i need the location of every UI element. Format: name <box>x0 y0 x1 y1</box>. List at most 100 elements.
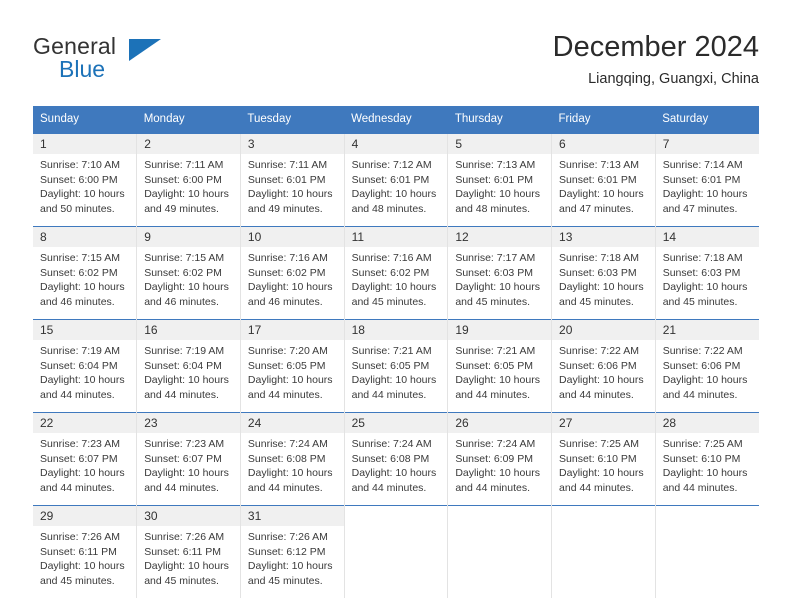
weekday-header-saturday: Saturday <box>655 106 759 134</box>
sunrise-time: Sunrise: 7:24 AM <box>351 438 432 450</box>
day-details: Sunrise: 7:22 AM Sunset: 6:06 PM Daylight:… <box>656 340 759 402</box>
sunrise-time: Sunrise: 7:12 AM <box>351 159 432 171</box>
sunrise-time: Sunrise: 7:24 AM <box>455 438 536 450</box>
calendar-day-cell[interactable]: 27 Sunrise: 7:25 AM Sunset: 6:10 PM Dayligh… <box>551 412 656 506</box>
calendar-day-cell[interactable]: 4 Sunrise: 7:12 AM Sunset: 6:01 PM Daylight… <box>343 133 448 227</box>
sunrise-time: Sunrise: 7:13 AM <box>455 159 536 171</box>
calendar-day-cell[interactable]: 21 Sunrise: 7:22 AM Sunset: 6:06 PM Dayligh… <box>654 319 759 413</box>
daylight-duration-line2: and 46 minutes. <box>247 295 323 308</box>
sunset-time: Sunset: 6:03 PM <box>455 266 533 279</box>
weekday-header-sunday: Sunday <box>33 106 137 134</box>
calendar-day-cell[interactable]: 16 Sunrise: 7:19 AM Sunset: 6:04 PM Dayligh… <box>136 319 241 413</box>
daylight-duration-line2: and 44 minutes. <box>455 388 531 401</box>
day-details: Sunrise: 7:19 AM Sunset: 6:04 PM Daylight:… <box>33 340 136 402</box>
sunrise-time: Sunrise: 7:10 AM <box>40 159 120 171</box>
day-details <box>345 526 448 530</box>
calendar-day-cell[interactable]: 24 Sunrise: 7:24 AM Sunset: 6:08 PM Dayligh… <box>239 412 345 506</box>
calendar-day-cell[interactable]: 26 Sunrise: 7:24 AM Sunset: 6:09 PM Dayligh… <box>447 412 552 506</box>
day-cell-inner: 27 Sunrise: 7:25 AM Sunset: 6:10 PM Dayligh… <box>552 413 655 505</box>
calendar-day-cell[interactable]: 15 Sunrise: 7:19 AM Sunset: 6:04 PM Dayligh… <box>33 319 137 413</box>
day-cell-inner: 3 Sunrise: 7:11 AM Sunset: 6:01 PM Daylight… <box>240 134 344 226</box>
calendar-day-cell[interactable]: 2 Sunrise: 7:11 AM Sunset: 6:00 PM Daylight… <box>136 133 241 227</box>
daylight-duration-line1: Daylight: 10 hours <box>247 467 333 479</box>
sunset-time: Sunset: 6:10 PM <box>662 452 741 465</box>
sunset-time: Sunset: 6:01 PM <box>662 173 741 186</box>
day-cell-inner: 15 Sunrise: 7:19 AM Sunset: 6:04 PM Dayligh… <box>33 320 137 412</box>
day-details: Sunrise: 7:23 AM Sunset: 6:07 PM Daylight:… <box>33 433 136 495</box>
calendar-day-cell[interactable]: 11 Sunrise: 7:16 AM Sunset: 6:02 PM Dayligh… <box>343 226 448 320</box>
calendar-day-cell[interactable]: 1 Sunrise: 7:10 AM Sunset: 6:00 PM Daylight… <box>33 133 137 227</box>
daylight-duration-line1: Daylight: 10 hours <box>247 281 333 293</box>
day-number: 20 <box>552 320 655 340</box>
title-block: December 2024 Liangqing, Guangxi, China <box>553 30 759 89</box>
day-cell-inner: 18 Sunrise: 7:21 AM Sunset: 6:05 PM Dayligh… <box>344 320 448 412</box>
sunrise-time: Sunrise: 7:26 AM <box>40 531 120 543</box>
weekday-header-monday: Monday <box>136 106 241 134</box>
daylight-duration-line1: Daylight: 10 hours <box>662 467 748 479</box>
calendar-day-cell[interactable]: 14 Sunrise: 7:18 AM Sunset: 6:03 PM Dayligh… <box>654 226 759 320</box>
day-details: Sunrise: 7:13 AM Sunset: 6:01 PM Daylight:… <box>448 154 551 216</box>
calendar-day-cell[interactable]: 22 Sunrise: 7:23 AM Sunset: 6:07 PM Dayligh… <box>33 412 137 506</box>
triangle-icon <box>129 39 161 61</box>
day-details: Sunrise: 7:13 AM Sunset: 6:01 PM Daylight:… <box>552 154 655 216</box>
sunset-time: Sunset: 6:08 PM <box>351 452 430 465</box>
calendar-day-cell[interactable]: 3 Sunrise: 7:11 AM Sunset: 6:01 PM Daylight… <box>239 133 345 227</box>
calendar-day-cell[interactable]: 17 Sunrise: 7:20 AM Sunset: 6:05 PM Dayligh… <box>239 319 345 413</box>
sunset-time: Sunset: 6:12 PM <box>247 545 326 558</box>
day-number: 7 <box>655 134 759 154</box>
sunrise-time: Sunrise: 7:16 AM <box>247 252 328 264</box>
calendar-day-cell[interactable]: 9 Sunrise: 7:15 AM Sunset: 6:02 PM Daylight… <box>136 226 241 320</box>
daylight-duration-line2: and 44 minutes. <box>351 481 427 494</box>
day-number: 15 <box>33 320 137 340</box>
day-details: Sunrise: 7:12 AM Sunset: 6:01 PM Daylight:… <box>345 154 448 216</box>
day-number: 18 <box>344 320 448 340</box>
daylight-duration-line1: Daylight: 10 hours <box>247 374 333 386</box>
day-number: 30 <box>137 506 240 526</box>
calendar-day-cell[interactable]: 5 Sunrise: 7:13 AM Sunset: 6:01 PM Daylight… <box>447 133 552 227</box>
calendar-day-cell[interactable]: 12 Sunrise: 7:17 AM Sunset: 6:03 PM Dayligh… <box>447 226 552 320</box>
day-number: 23 <box>137 413 240 433</box>
calendar-day-cell[interactable]: 23 Sunrise: 7:23 AM Sunset: 6:07 PM Dayligh… <box>136 412 241 506</box>
calendar-week-row: 29 Sunrise: 7:26 AM Sunset: 6:11 PM Dayligh… <box>33 505 759 598</box>
calendar-day-cell[interactable]: 29 Sunrise: 7:26 AM Sunset: 6:11 PM Dayligh… <box>33 505 137 598</box>
calendar-empty-cell <box>343 505 448 598</box>
day-cell-inner: 17 Sunrise: 7:20 AM Sunset: 6:05 PM Dayligh… <box>240 320 344 412</box>
sunrise-time: Sunrise: 7:11 AM <box>247 159 328 171</box>
sunrise-time: Sunrise: 7:14 AM <box>662 159 743 171</box>
calendar-day-cell[interactable]: 30 Sunrise: 7:26 AM Sunset: 6:11 PM Dayligh… <box>136 505 241 598</box>
sunrise-time: Sunrise: 7:17 AM <box>455 252 536 264</box>
calendar-day-cell[interactable]: 19 Sunrise: 7:21 AM Sunset: 6:05 PM Dayligh… <box>447 319 552 413</box>
calendar-day-cell[interactable]: 18 Sunrise: 7:21 AM Sunset: 6:05 PM Dayligh… <box>343 319 448 413</box>
day-details: Sunrise: 7:15 AM Sunset: 6:02 PM Daylight:… <box>33 247 136 309</box>
sunset-time: Sunset: 6:01 PM <box>247 173 326 186</box>
daylight-duration-line1: Daylight: 10 hours <box>144 188 229 200</box>
day-number: 29 <box>33 506 137 526</box>
calendar-header-row: Sunday Monday Tuesday Wednesday Thursday… <box>33 106 759 134</box>
calendar-day-cell[interactable]: 31 Sunrise: 7:26 AM Sunset: 6:12 PM Dayligh… <box>239 505 345 598</box>
day-number: 12 <box>448 227 552 247</box>
day-details: Sunrise: 7:25 AM Sunset: 6:10 PM Daylight:… <box>656 433 759 495</box>
sunset-time: Sunset: 6:01 PM <box>559 173 637 186</box>
calendar-day-cell[interactable]: 13 Sunrise: 7:18 AM Sunset: 6:03 PM Dayligh… <box>551 226 656 320</box>
weekday-header-tuesday: Tuesday <box>240 106 345 134</box>
calendar-day-cell[interactable]: 28 Sunrise: 7:25 AM Sunset: 6:10 PM Dayligh… <box>654 412 759 506</box>
day-cell-inner: 9 Sunrise: 7:15 AM Sunset: 6:02 PM Daylight… <box>137 227 240 319</box>
sunset-time: Sunset: 6:00 PM <box>40 173 118 186</box>
calendar-day-cell[interactable]: 25 Sunrise: 7:24 AM Sunset: 6:08 PM Dayligh… <box>343 412 448 506</box>
calendar-day-cell[interactable]: 20 Sunrise: 7:22 AM Sunset: 6:06 PM Dayligh… <box>551 319 656 413</box>
calendar-day-cell[interactable]: 8 Sunrise: 7:15 AM Sunset: 6:02 PM Daylight… <box>33 226 137 320</box>
calendar-day-cell[interactable]: 7 Sunrise: 7:14 AM Sunset: 6:01 PM Daylight… <box>654 133 759 227</box>
generalblue-logo[interactable]: General Blue <box>33 34 253 92</box>
day-details: Sunrise: 7:20 AM Sunset: 6:05 PM Daylight:… <box>241 340 344 402</box>
day-number: 5 <box>448 134 552 154</box>
calendar-day-cell[interactable]: 10 Sunrise: 7:16 AM Sunset: 6:02 PM Dayligh… <box>239 226 345 320</box>
day-number: 14 <box>655 227 759 247</box>
day-cell-inner: 2 Sunrise: 7:11 AM Sunset: 6:00 PM Daylight… <box>137 134 240 226</box>
calendar-week-row: 1 Sunrise: 7:10 AM Sunset: 6:00 PM Daylight… <box>33 133 759 227</box>
calendar-day-cell[interactable]: 6 Sunrise: 7:13 AM Sunset: 6:01 PM Daylight… <box>551 133 656 227</box>
sunset-time: Sunset: 6:02 PM <box>144 266 222 279</box>
daylight-duration-line1: Daylight: 10 hours <box>662 281 748 293</box>
sunset-time: Sunset: 6:07 PM <box>144 452 222 465</box>
daylight-duration-line1: Daylight: 10 hours <box>40 281 125 293</box>
calendar-body: 1 Sunrise: 7:10 AM Sunset: 6:00 PM Daylight… <box>33 133 759 598</box>
